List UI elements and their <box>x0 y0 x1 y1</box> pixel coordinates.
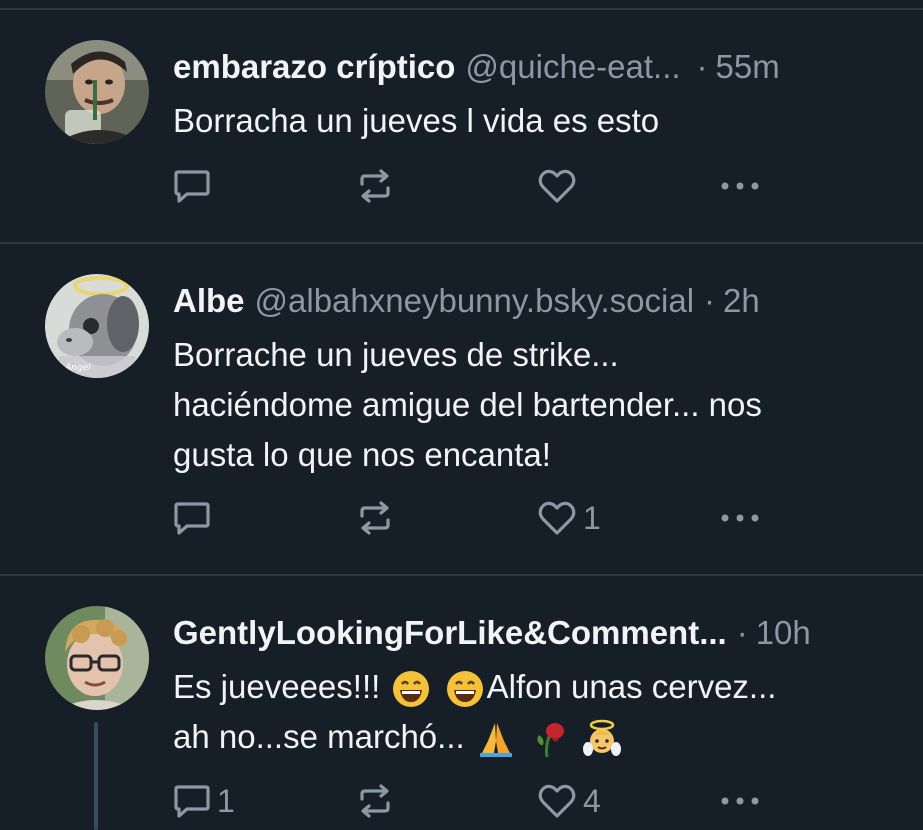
reply-button[interactable] <box>173 498 211 538</box>
more-button[interactable] <box>719 498 761 538</box>
heart-icon <box>538 784 576 818</box>
reply-count: 1 <box>217 782 235 819</box>
display-name[interactable]: GentlyLookingForLike&Comment... <box>173 606 727 660</box>
repost-icon <box>360 169 390 203</box>
repost-icon <box>360 784 390 818</box>
grinning-emoji-icon <box>393 671 430 708</box>
separator: · <box>704 282 716 319</box>
post-actions: 1 <box>173 498 773 538</box>
post-text-line: Borrache un jueves de strike... <box>173 336 619 373</box>
post-text: Es jueveees!!! Alfon unas cervez... ah n… <box>173 662 887 762</box>
more-icon <box>721 797 759 805</box>
avatar[interactable]: Angel <box>45 274 149 378</box>
post-text-segment: Es jueveees!!! <box>173 668 381 705</box>
reply-icon <box>174 785 210 818</box>
like-button[interactable] <box>537 166 583 206</box>
display-name[interactable]: Albe <box>173 274 245 328</box>
more-icon <box>721 182 759 190</box>
heart-icon <box>538 169 576 203</box>
post-actions: 1 4 <box>173 781 773 821</box>
reply-button[interactable]: 1 <box>173 781 235 821</box>
post[interactable]: Angel Albe @albahxneybunny.bsky.social ·… <box>0 244 923 576</box>
post[interactable]: embarazo críptico @quiche-eat... · 55m B… <box>0 10 923 244</box>
post-text-segment: ah no...se marchó... <box>173 718 465 755</box>
post-text-line: ah no...se marchó... <box>173 712 887 762</box>
post-content: Albe @albahxneybunny.bsky.social · 2h Bo… <box>173 274 887 480</box>
handle[interactable]: @quiche-eat... <box>465 40 680 94</box>
more-icon <box>721 514 759 522</box>
repost-button[interactable] <box>356 166 394 206</box>
avatar[interactable] <box>45 40 149 144</box>
post-content: embarazo críptico @quiche-eat... · 55m B… <box>173 40 887 146</box>
separator: · <box>696 48 708 85</box>
grinning-emoji-icon <box>446 671 483 708</box>
like-button[interactable]: 1 <box>537 498 601 538</box>
more-button[interactable] <box>719 781 761 821</box>
post-header: GentlyLookingForLike&Comment... · 10h <box>173 606 887 660</box>
wilted-flower-emoji-icon <box>537 723 564 758</box>
heart-icon <box>538 501 576 535</box>
post[interactable]: GentlyLookingForLike&Comment... · 10h Es… <box>0 576 923 830</box>
post-header: Albe @albahxneybunny.bsky.social · 2h <box>173 274 887 328</box>
avatar[interactable] <box>45 606 149 710</box>
post-header: embarazo críptico @quiche-eat... · 55m <box>173 40 887 94</box>
like-count: 4 <box>583 782 601 819</box>
reply-icon <box>174 170 210 203</box>
post-text-line: Es jueveees!!! Alfon unas cervez... <box>173 662 887 712</box>
timestamp[interactable]: 10h <box>756 606 811 660</box>
folded-hands-emoji-icon <box>479 723 512 758</box>
post-text-line: gusta lo que nos encanta! <box>173 436 551 473</box>
timestamp[interactable]: 2h <box>723 274 760 328</box>
reply-icon <box>174 502 210 535</box>
like-button[interactable]: 4 <box>537 781 601 821</box>
repost-icon <box>360 501 390 535</box>
display-name[interactable]: embarazo críptico <box>173 40 455 94</box>
feed: embarazo críptico @quiche-eat... · 55m B… <box>0 0 923 830</box>
post-actions <box>173 166 773 206</box>
thread-line <box>94 722 98 830</box>
more-button[interactable] <box>719 166 761 206</box>
repost-button[interactable] <box>356 498 394 538</box>
like-count: 1 <box>583 499 601 536</box>
angel-emoji-icon <box>583 720 622 757</box>
handle[interactable]: @albahxneybunny.bsky.social <box>255 274 695 328</box>
reply-button[interactable] <box>173 166 211 206</box>
repost-button[interactable] <box>356 781 394 821</box>
post-text: Borrache un jueves de strike... haciéndo… <box>173 330 887 480</box>
separator: · <box>736 614 748 651</box>
post-text-line: haciéndome amigue del bartender... nos <box>173 386 762 423</box>
post-content: GentlyLookingForLike&Comment... · 10h Es… <box>173 606 887 762</box>
timestamp[interactable]: 55m <box>716 40 780 94</box>
svg-text:Angel: Angel <box>64 363 91 373</box>
post-text: Borracha un jueves l vida es esto <box>173 102 660 139</box>
post-text-segment: Alfon unas cervez... <box>486 668 777 705</box>
